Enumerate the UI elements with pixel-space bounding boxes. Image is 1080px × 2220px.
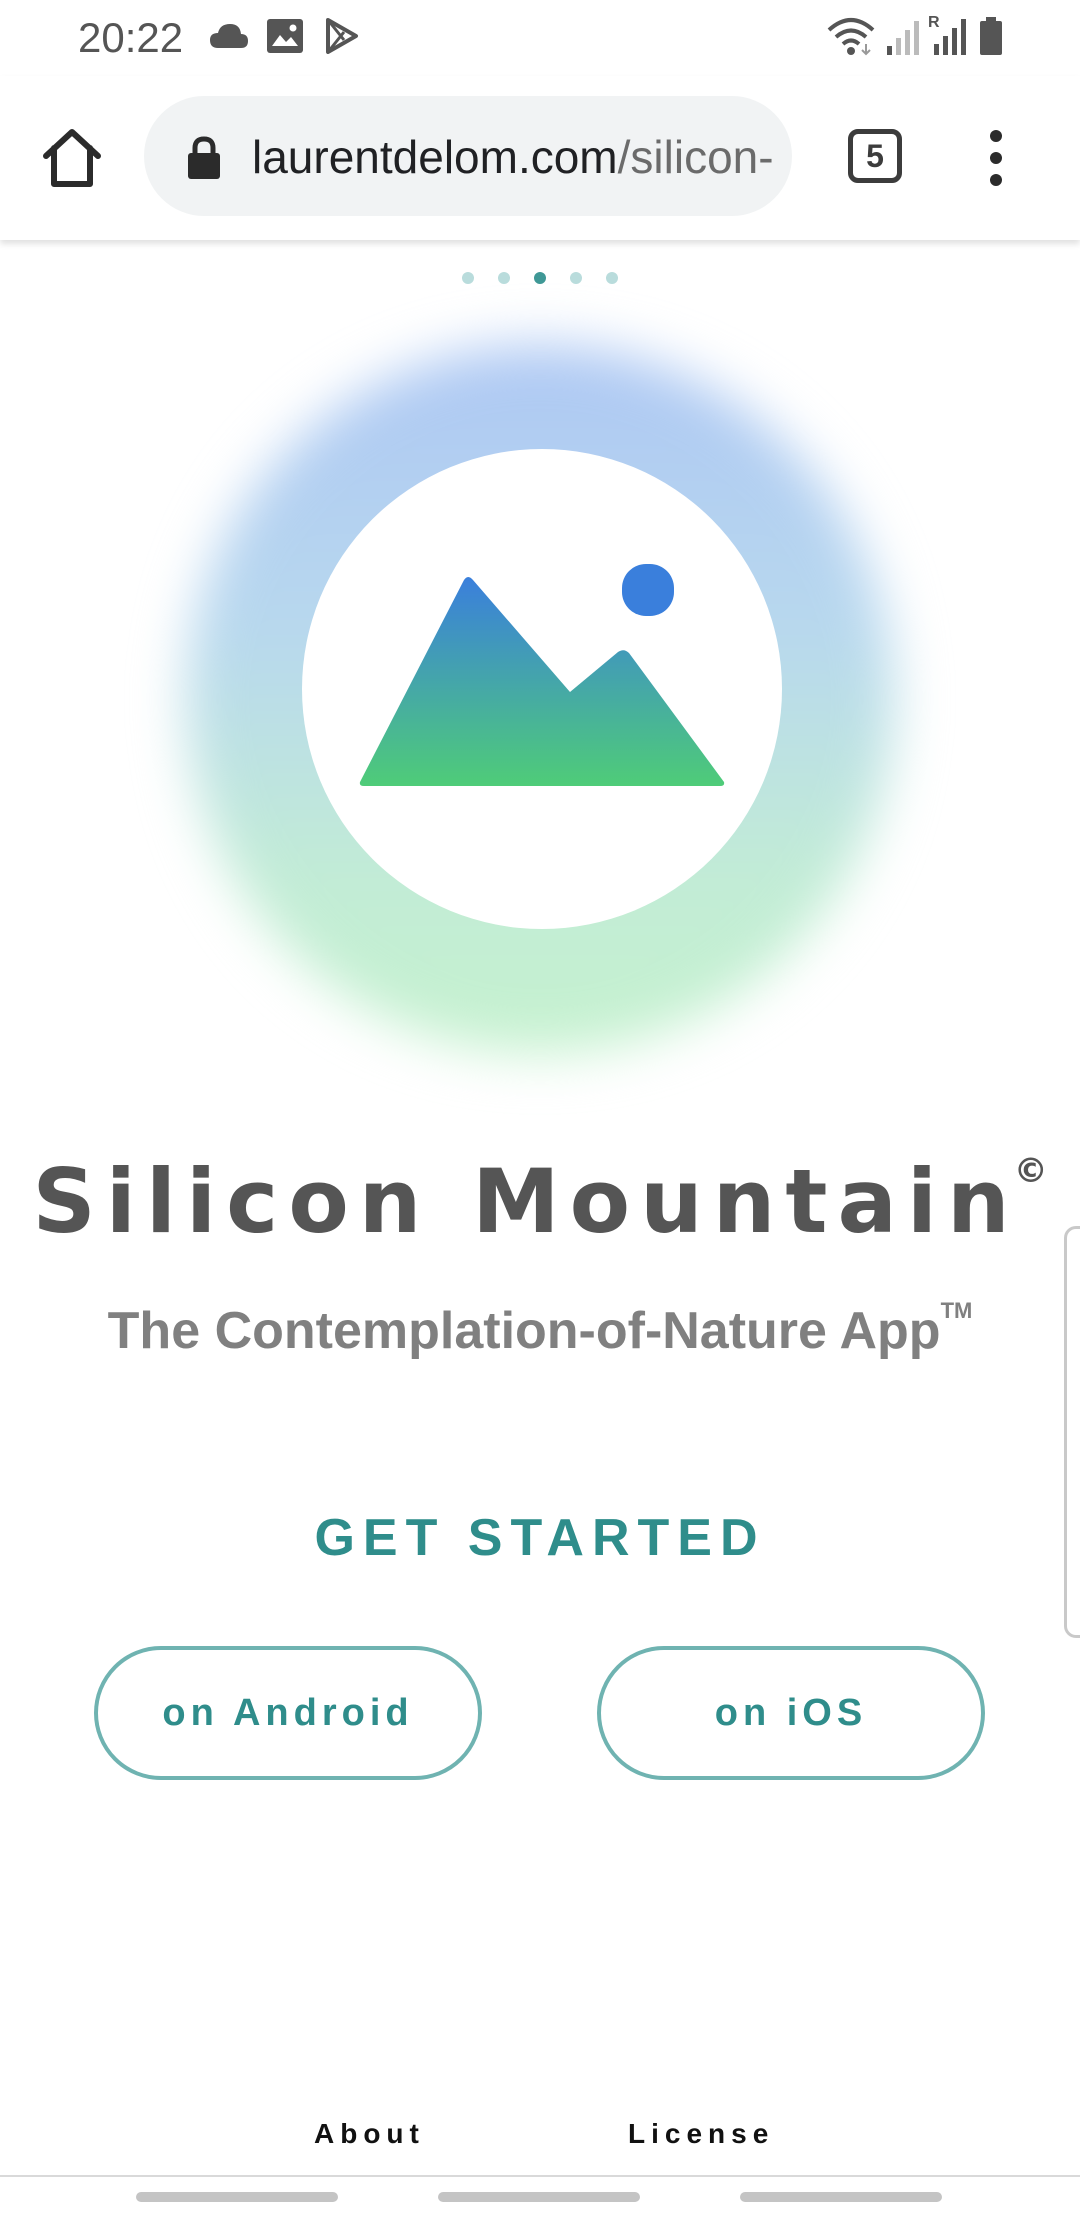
scroll-indicator (740, 2192, 942, 2202)
battery-icon (980, 17, 1002, 55)
ios-button[interactable]: on iOS (597, 1646, 985, 1780)
wifi-icon (827, 18, 875, 56)
android-button[interactable]: on Android (94, 1646, 482, 1780)
copyright-mark: © (1013, 1151, 1048, 1191)
mountain-sun-icon (359, 564, 725, 786)
app-subtitle-text: The Contemplation-of-Nature App (107, 1302, 941, 1360)
app-title-text: Silicon Mountain (32, 1150, 1020, 1253)
signal-icon (887, 21, 919, 55)
side-panel-handle[interactable] (1064, 1226, 1080, 1638)
carousel-dot[interactable] (462, 272, 474, 284)
roaming-signal-icon: R (928, 14, 970, 56)
scroll-indicator (136, 2192, 338, 2202)
cloud-icon (210, 24, 248, 48)
carousel-dot[interactable] (606, 272, 618, 284)
footer-divider (0, 2175, 1080, 2177)
about-link[interactable]: About (314, 2118, 425, 2150)
carousel-dot[interactable] (570, 272, 582, 284)
home-icon[interactable] (40, 126, 104, 190)
carousel-dot[interactable] (498, 272, 510, 284)
lock-icon (188, 136, 220, 179)
address-bar[interactable]: laurentdelom.com/silicon-mountain (144, 96, 792, 216)
carousel-dot-active[interactable] (534, 272, 546, 284)
trademark-mark: TM (940, 1298, 973, 1323)
scroll-indicator (438, 2192, 640, 2202)
get-started-heading: GET STARTED (314, 1509, 766, 1567)
app-subtitle: The Contemplation-of-Nature AppTM (0, 1298, 1080, 1361)
url-path: /silicon-mountain (617, 131, 772, 183)
tabs-button[interactable]: 5 (848, 129, 902, 183)
app-title: Silicon Mountain© (0, 1150, 1080, 1253)
status-time: 20:22 (78, 14, 184, 61)
carousel-dots (462, 272, 622, 286)
browser-toolbar: laurentdelom.com/silicon-mountain 5 (0, 76, 1080, 240)
play-store-icon (326, 18, 358, 54)
more-vert-icon[interactable] (976, 126, 1016, 190)
image-icon (267, 19, 303, 53)
status-bar: 20:22 R (0, 0, 1080, 76)
tab-count: 5 (866, 138, 884, 174)
url-text[interactable]: laurentdelom.com/silicon-mountain (252, 130, 772, 184)
license-link[interactable]: License (628, 2118, 774, 2150)
url-host: laurentdelom.com (252, 131, 618, 183)
